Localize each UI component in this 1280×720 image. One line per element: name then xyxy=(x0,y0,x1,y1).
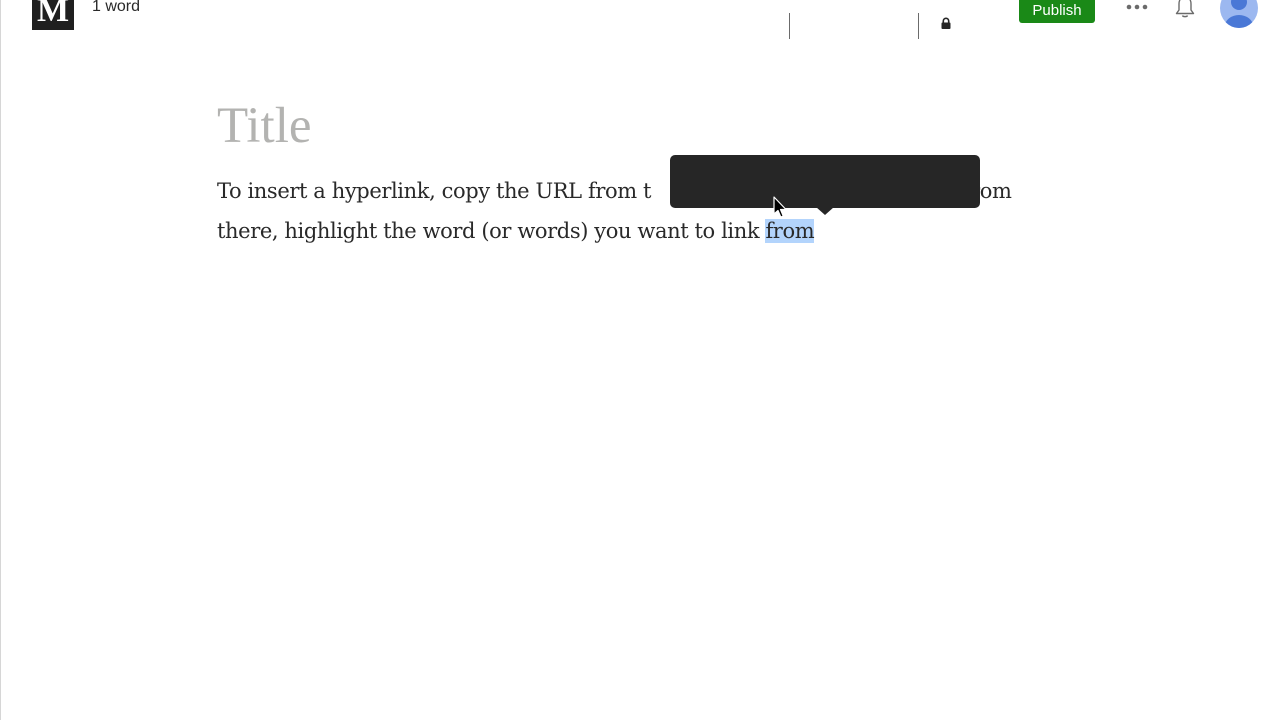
paragraph-line-2: there, highlight the word (or words) you… xyxy=(217,211,1037,251)
selected-text[interactable]: from xyxy=(765,219,815,243)
notifications-button[interactable] xyxy=(1172,0,1198,20)
link-icon xyxy=(755,17,771,35)
more-dots-icon xyxy=(1126,4,1148,10)
toolbar-pointer xyxy=(816,207,834,215)
user-avatar[interactable] xyxy=(1220,0,1258,28)
bold-button[interactable]: B xyxy=(690,12,714,40)
bell-icon xyxy=(1175,0,1195,18)
medium-logo[interactable]: M xyxy=(32,0,74,30)
window-left-border xyxy=(0,0,1,720)
small-heading-button[interactable]: T xyxy=(842,14,864,42)
word-count: 1 word xyxy=(92,0,141,15)
user-avatar-icon xyxy=(1225,0,1253,28)
private-note-button[interactable] xyxy=(932,12,960,40)
more-options-button[interactable] xyxy=(1124,0,1150,16)
italic-button[interactable]: i xyxy=(722,12,742,40)
toolbar-divider xyxy=(789,13,790,39)
toolbar-divider xyxy=(918,13,919,39)
quote-button[interactable]: “ xyxy=(876,10,904,46)
paragraph-text: there, highlight the word (or words) you… xyxy=(217,219,766,243)
format-toolbar xyxy=(670,155,980,208)
large-heading-button[interactable]: T xyxy=(802,11,828,41)
publish-button[interactable]: Publish xyxy=(1019,0,1095,23)
paragraph-text: To insert a hyperlink, copy the URL from… xyxy=(217,179,652,203)
link-button[interactable] xyxy=(750,12,776,40)
story-title-placeholder[interactable]: Title xyxy=(217,96,312,157)
lock-icon xyxy=(934,16,958,35)
mouse-pointer-icon xyxy=(773,196,787,218)
